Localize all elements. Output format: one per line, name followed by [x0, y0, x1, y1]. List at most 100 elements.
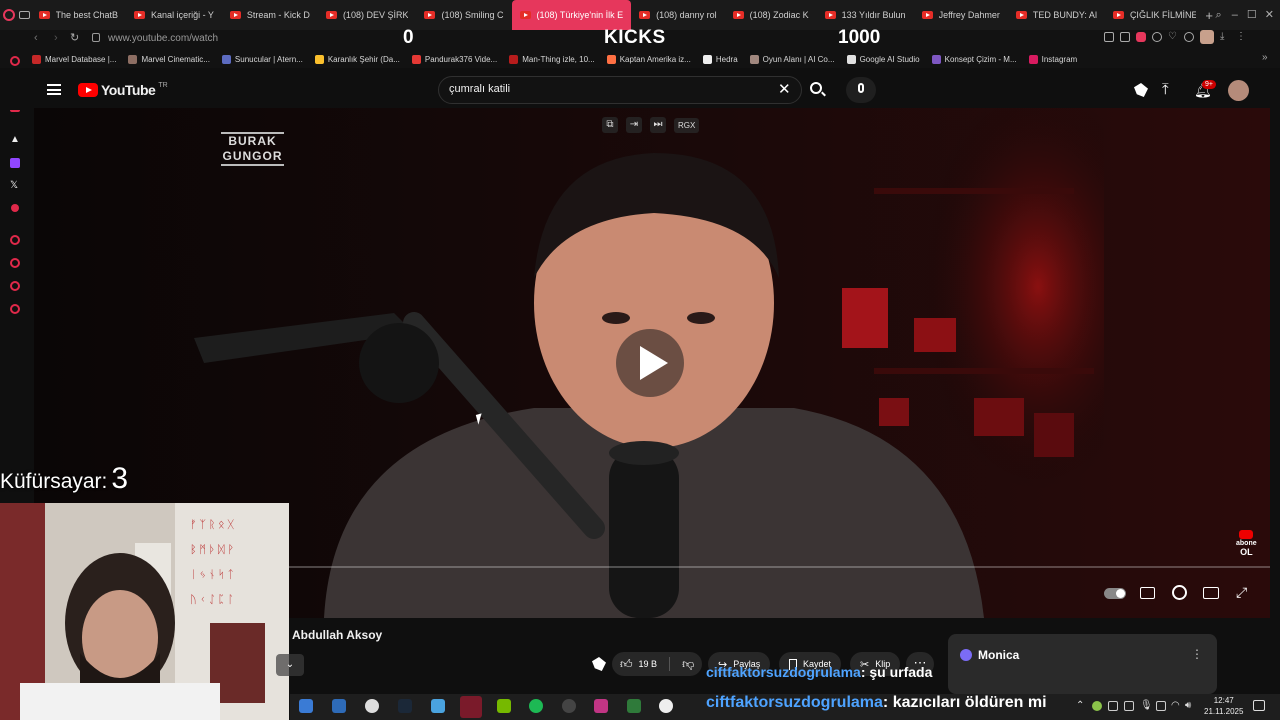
action-create-icon[interactable]: [592, 657, 606, 671]
browser-tab[interactable]: (108) danny rol: [631, 0, 725, 30]
taskbar-nvidia-icon[interactable]: [497, 699, 511, 713]
bookmarks-overflow-icon[interactable]: »: [1262, 52, 1268, 63]
bookmark-item[interactable]: Google AI Studio: [846, 54, 920, 64]
bookmark-item[interactable]: Kaptan Amerika iz...: [606, 54, 691, 64]
bookmark-item[interactable]: Karanlık Şehir (Da...: [314, 54, 400, 64]
pin-icon[interactable]: [1104, 32, 1114, 42]
heart-icon[interactable]: ♡: [1168, 32, 1178, 42]
bookmark-item[interactable]: Konsept Çizim - M...: [931, 54, 1017, 64]
browser-tab[interactable]: 133 Yıldır Bulun: [817, 0, 914, 30]
big-play-button[interactable]: [616, 329, 684, 397]
like-icon[interactable]: 👍︎: [620, 657, 633, 672]
sidebar-history-icon[interactable]: [10, 258, 20, 268]
search-icon[interactable]: [810, 82, 826, 97]
download-icon[interactable]: ⤓: [1220, 32, 1230, 42]
youtube-logo[interactable]: YouTube TR: [78, 82, 168, 98]
browser-tab[interactable]: (108) Türkiye'nin İlk E: [511, 0, 632, 30]
bookmark-item[interactable]: Marvel Database |...: [32, 54, 116, 64]
tray-icon-3[interactable]: [1124, 701, 1134, 711]
play-icon[interactable]: [1152, 32, 1162, 42]
bookmark-item[interactable]: Man-Thing izle, 10...: [509, 54, 595, 64]
taskbar-app-icon-3[interactable]: [562, 699, 576, 713]
minimize-icon[interactable]: –: [1231, 8, 1239, 22]
hamburger-menu-icon[interactable]: [47, 84, 61, 95]
tray-volume-icon[interactable]: 🔊︎: [1185, 700, 1191, 711]
browser-tab[interactable]: The best ChatB: [31, 0, 127, 30]
fullscreen-icon[interactable]: ⤢: [1236, 584, 1247, 601]
sidebar-x-icon[interactable]: 𝕏: [10, 181, 20, 191]
bookmark-item[interactable]: Oyun Alanı | AI Co...: [749, 54, 835, 64]
autoplay-toggle[interactable]: [1104, 588, 1126, 599]
menu-dots-icon[interactable]: ⋮: [1236, 32, 1246, 42]
voice-search-button[interactable]: [846, 77, 876, 103]
taskbar-app-icon-1[interactable]: [365, 699, 379, 713]
browser-tab[interactable]: TED BUNDY: Al: [1008, 0, 1105, 30]
browser-tab[interactable]: Kanal içeriği - Y: [126, 0, 222, 30]
taskbar-steam-icon[interactable]: [398, 699, 412, 713]
tray-icon-4[interactable]: [1156, 701, 1166, 711]
skip-icon[interactable]: ⏭: [650, 117, 666, 133]
exit-icon[interactable]: ⇥: [626, 117, 642, 133]
dislike-icon[interactable]: 👎︎: [682, 657, 694, 672]
sidebar-icon-1[interactable]: [10, 56, 20, 66]
search-tabs-icon[interactable]: ⌕: [1215, 8, 1223, 22]
sidebar-record-icon[interactable]: [11, 204, 19, 212]
bookmark-item[interactable]: Marvel Cinematic...: [128, 54, 210, 64]
rgx-label[interactable]: RGX: [674, 117, 700, 133]
taskbar-app-icon-4[interactable]: [627, 699, 641, 713]
taskbar-start-icon[interactable]: [299, 699, 313, 713]
bookmark-item[interactable]: Instagram: [1028, 54, 1077, 64]
sidebar-settings-icon[interactable]: [10, 304, 20, 314]
monica-menu-icon[interactable]: ⋮: [1191, 647, 1203, 661]
extension-icon[interactable]: [1136, 32, 1146, 42]
browser-tab[interactable]: (108) Smiling C: [416, 0, 511, 30]
clear-search-icon[interactable]: ✕: [778, 80, 791, 98]
taskbar-spotify-icon[interactable]: [529, 699, 543, 713]
profile-avatar[interactable]: [1200, 30, 1214, 44]
tray-mic-icon[interactable]: 🎙︎: [1140, 700, 1153, 711]
maximize-icon[interactable]: ☐: [1247, 8, 1257, 22]
channel-name[interactable]: Abdullah Aksoy: [292, 628, 382, 642]
tab-overview-icon[interactable]: [19, 0, 31, 30]
back-icon[interactable]: ‹: [34, 32, 38, 44]
reload-icon[interactable]: ↻: [70, 31, 79, 44]
taskbar-instagram-icon[interactable]: [594, 699, 608, 713]
sidebar-icon-5[interactable]: [10, 281, 20, 291]
taskbar-app-icon-2[interactable]: [431, 699, 445, 713]
settings-gear-icon[interactable]: [1172, 585, 1187, 600]
taskbar-app-icon-5[interactable]: [659, 699, 673, 713]
new-tab-button[interactable]: +: [1204, 0, 1215, 30]
account-avatar[interactable]: [1228, 80, 1249, 101]
tray-overflow-icon[interactable]: ⌃: [1076, 700, 1084, 711]
subtitles-icon[interactable]: [1140, 587, 1155, 599]
clock[interactable]: 12:47 21.11.2025: [1204, 695, 1243, 717]
forward-icon[interactable]: ›: [54, 32, 58, 44]
close-window-icon[interactable]: ✕: [1265, 8, 1274, 22]
theater-mode-icon[interactable]: [1203, 587, 1219, 599]
tray-icon-2[interactable]: [1108, 701, 1118, 711]
tray-icon-1[interactable]: [1092, 701, 1102, 711]
browser-tab[interactable]: Jeffrey Dahmer: [914, 0, 1008, 30]
expand-description-icon[interactable]: ⌄: [276, 654, 304, 676]
bookmark-item[interactable]: Pandurak376 Vide...: [411, 54, 497, 64]
bookmark-item[interactable]: Sunucular | Atern...: [221, 54, 303, 64]
subscribe-badge[interactable]: abone OL: [1236, 530, 1257, 557]
browser-menu-icon[interactable]: [0, 0, 19, 30]
browser-tab[interactable]: (108) DEV ŞİRK: [318, 0, 417, 30]
miniplayer-icon[interactable]: ⧉: [602, 117, 618, 133]
sidebar-icon-4[interactable]: [10, 235, 20, 245]
taskbar-browser-icon[interactable]: [460, 696, 482, 718]
notification-center-icon[interactable]: [1253, 700, 1265, 711]
sidebar-twitch-icon[interactable]: [10, 158, 20, 168]
browser-tab[interactable]: Stream - Kick D: [222, 0, 318, 30]
tray-wifi-icon[interactable]: ◠: [1171, 700, 1180, 711]
taskbar-explorer-icon[interactable]: [332, 699, 346, 713]
browser-tab[interactable]: ÇIĞLIK FİLMİNE: [1105, 0, 1204, 30]
sidebar-aria-icon[interactable]: ▲: [10, 135, 20, 145]
screenshot-icon[interactable]: [1120, 32, 1130, 42]
bookmark-item[interactable]: Hedra: [702, 54, 738, 64]
browser-tab[interactable]: (108) Zodiac K: [725, 0, 817, 30]
settings-icon[interactable]: [1184, 32, 1194, 42]
url-field[interactable]: www.youtube.com/watch: [108, 33, 218, 44]
upload-icon[interactable]: ⤒: [1162, 81, 1169, 98]
